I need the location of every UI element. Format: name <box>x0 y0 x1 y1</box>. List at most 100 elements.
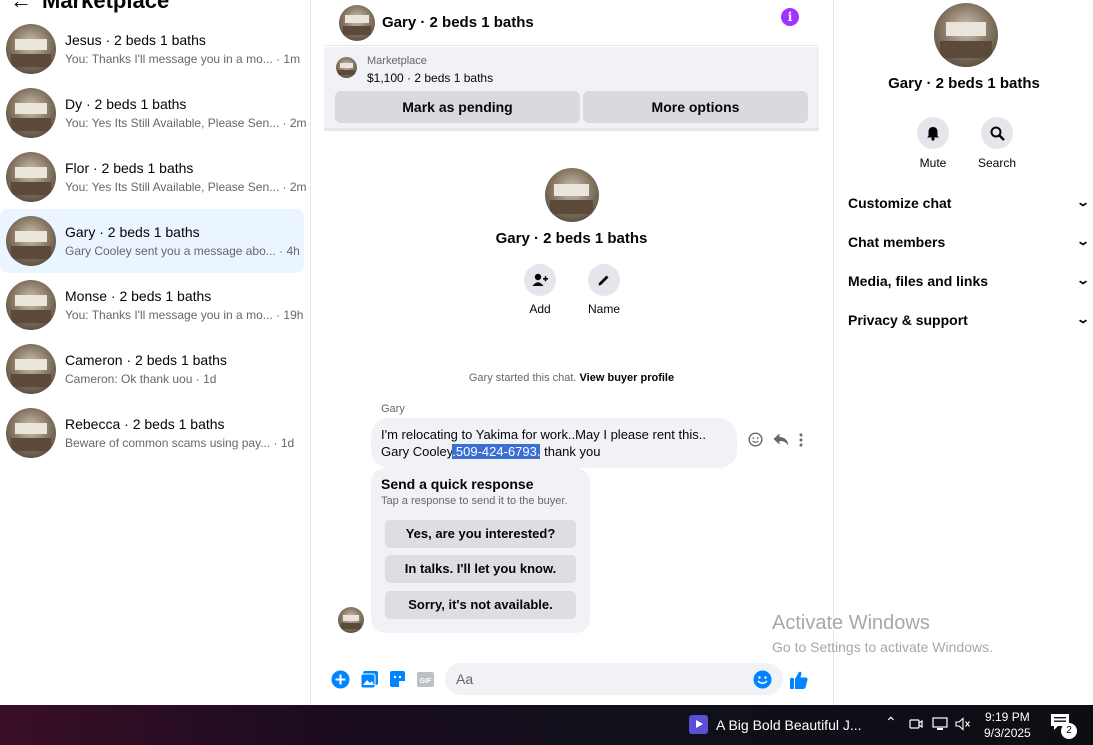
pencil-icon <box>598 275 609 286</box>
info-icon[interactable]: i <box>781 8 799 26</box>
listing-price: $1,100 · 2 beds 1 baths <box>367 71 494 85</box>
search-button[interactable]: Search <box>972 117 1022 170</box>
chat-details-panel: Gary · 2 beds 1 baths Mute Search Custom… <box>833 0 1093 705</box>
volume-muted-icon[interactable] <box>955 717 971 731</box>
conversation-name: Rebecca · 2 beds 1 baths <box>65 415 225 432</box>
chat-intro: Gary · 2 beds 1 baths Add Name <box>324 168 819 316</box>
sender-avatar <box>338 607 364 633</box>
gif-icon[interactable]: GIF <box>416 670 435 689</box>
avatar <box>6 24 56 74</box>
bell-icon <box>927 126 939 141</box>
avatar <box>6 280 56 330</box>
activate-windows-watermark: Activate Windows Go to Settings to activ… <box>772 612 993 655</box>
conversation-name: Cameron · 2 beds 1 baths <box>65 351 227 368</box>
started-text: Gary started this chat. <box>468 372 577 384</box>
avatar[interactable] <box>339 4 375 41</box>
chat-start-notice: Gary started this chat. View buyer profi… <box>324 372 819 384</box>
mute-label: Mute <box>919 156 947 170</box>
message-highlighted-phone: .509-424-6793. <box>452 444 541 459</box>
privacy-support-section[interactable]: Privacy & support ⌄ <box>848 312 1090 328</box>
view-buyer-profile-link[interactable]: View buyer profile <box>580 372 675 384</box>
more-vertical-icon[interactable] <box>799 433 803 447</box>
mute-button[interactable]: Mute <box>908 117 958 170</box>
chevron-up-icon[interactable]: ⌃ <box>885 714 897 731</box>
add-button[interactable]: Add <box>510 264 570 316</box>
listing-banner: Marketplace $1,100 · 2 beds 1 baths Mark… <box>324 47 819 131</box>
more-options-button[interactable]: More options <box>583 91 808 123</box>
conversation-name: Flor · 2 beds 1 baths <box>65 159 194 176</box>
taskbar: A Big Bold Beautiful J... ⌃ 9:19 PM 9/3/… <box>0 705 1093 745</box>
quick-response-yes-button[interactable]: Yes, are you interested? <box>385 520 576 548</box>
message-composer: GIF Aa <box>324 660 819 700</box>
reply-icon[interactable] <box>773 433 789 446</box>
quick-response-subtitle: Tap a response to send it to the buyer. <box>381 495 568 507</box>
taskbar-app-title: A Big Bold Beautiful J... <box>716 716 862 733</box>
search-icon <box>990 126 1005 141</box>
conversation-name: Gary · 2 beds 1 baths <box>65 223 200 240</box>
chat-title[interactable]: Gary · 2 beds 1 baths <box>382 14 534 31</box>
notification-center-button[interactable]: 2 <box>1050 713 1077 739</box>
clock-time: 9:19 PM <box>985 710 1030 724</box>
conversation-preview: You: Yes Its Still Available, Please Sen… <box>65 115 307 130</box>
message-input[interactable]: Aa <box>445 663 783 695</box>
like-thumb-icon[interactable] <box>789 670 809 690</box>
list-header: ← Marketplace <box>10 0 169 14</box>
mark-pending-button[interactable]: Mark as pending <box>335 91 580 123</box>
conversation-list: ← Marketplace Jesus · 2 beds 1 baths You:… <box>0 0 311 705</box>
avatar <box>6 88 56 138</box>
conversation-name: Dy · 2 beds 1 baths <box>65 95 187 112</box>
emoji-icon[interactable] <box>753 670 772 689</box>
meet-now-icon[interactable] <box>909 717 923 731</box>
conversation-name: Monse · 2 beds 1 baths <box>65 287 212 304</box>
conversation-name: Jesus · 2 beds 1 baths <box>65 31 206 48</box>
quick-response-in-talks-button[interactable]: In talks. I'll let you know. <box>385 555 576 583</box>
list-title: Marketplace <box>42 0 170 13</box>
react-smiley-icon[interactable] <box>748 432 763 447</box>
section-label: Customize chat <box>848 195 952 211</box>
watermark-line1: Activate Windows <box>772 612 930 634</box>
conversation-gary[interactable]: Gary · 2 beds 1 baths Gary Cooley sent yo… <box>0 209 304 273</box>
conversation-preview: Cameron: Ok thank uou · 1d <box>65 371 217 386</box>
avatar <box>6 216 56 266</box>
conversation-jesus[interactable]: Jesus · 2 beds 1 baths You: Thanks I'll m… <box>0 17 304 81</box>
sticker-icon[interactable] <box>388 670 407 689</box>
avatar <box>6 152 56 202</box>
svg-text:GIF: GIF <box>420 678 432 685</box>
details-name: Gary · 2 beds 1 baths <box>888 75 1040 92</box>
conversation-preview: You: Yes Its Still Available, Please Sen… <box>65 179 307 194</box>
avatar <box>6 344 56 394</box>
message-sender: Gary <box>381 403 405 415</box>
chat-panel: Gary · 2 beds 1 baths i Marketplace $1,1… <box>324 0 819 705</box>
conversation-rebecca[interactable]: Rebecca · 2 beds 1 baths Beware of common… <box>0 401 304 465</box>
avatar <box>934 3 998 67</box>
customize-chat-section[interactable]: Customize chat ⌄ <box>848 195 1091 211</box>
conversation-dy[interactable]: Dy · 2 beds 1 baths You: Yes Its Still Av… <box>0 81 307 145</box>
network-icon[interactable] <box>932 717 948 731</box>
watermark-line2: Go to Settings to activate Windows. <box>772 639 993 655</box>
taskbar-app-button[interactable]: A Big Bold Beautiful J... <box>689 715 862 734</box>
clock-date: 9/3/2025 <box>984 726 1031 740</box>
chevron-down-icon: ⌄ <box>1075 195 1091 209</box>
photo-icon[interactable] <box>360 670 379 689</box>
chat-members-section[interactable]: Chat members ⌄ <box>848 234 1090 250</box>
plus-icon[interactable] <box>331 670 350 689</box>
message-actions <box>748 432 803 447</box>
listing-thumbnail[interactable] <box>336 57 357 78</box>
chat-header: Gary · 2 beds 1 baths i <box>324 0 819 46</box>
system-clock[interactable]: 9:19 PM 9/3/2025 <box>984 709 1031 741</box>
listing-label: Marketplace <box>367 55 427 67</box>
name-label: Name <box>587 302 620 316</box>
conversation-cameron[interactable]: Cameron · 2 beds 1 baths Cameron: Ok than… <box>0 337 304 401</box>
name-button[interactable]: Name <box>574 264 634 316</box>
message-bubble: I'm relocating to Yakima for work..May I… <box>371 418 737 468</box>
media-files-links-section[interactable]: Media, files and links ⌄ <box>848 273 1090 289</box>
section-label: Privacy & support <box>848 312 968 328</box>
quick-response-not-available-button[interactable]: Sorry, it's not available. <box>385 591 576 619</box>
intro-name: Gary · 2 beds 1 baths <box>495 230 648 247</box>
back-arrow-icon[interactable]: ← <box>10 0 32 14</box>
quick-response-title: Send a quick response <box>381 476 534 492</box>
conversation-flor[interactable]: Flor · 2 beds 1 baths You: Yes Its Still … <box>0 145 307 209</box>
conversation-monse[interactable]: Monse · 2 beds 1 baths You: Thanks I'll m… <box>0 273 304 337</box>
conversation-preview: You: Thanks I'll message you in a mo... … <box>65 51 301 66</box>
conversation-preview: Beware of common scams using pay... · 1d <box>65 435 295 450</box>
